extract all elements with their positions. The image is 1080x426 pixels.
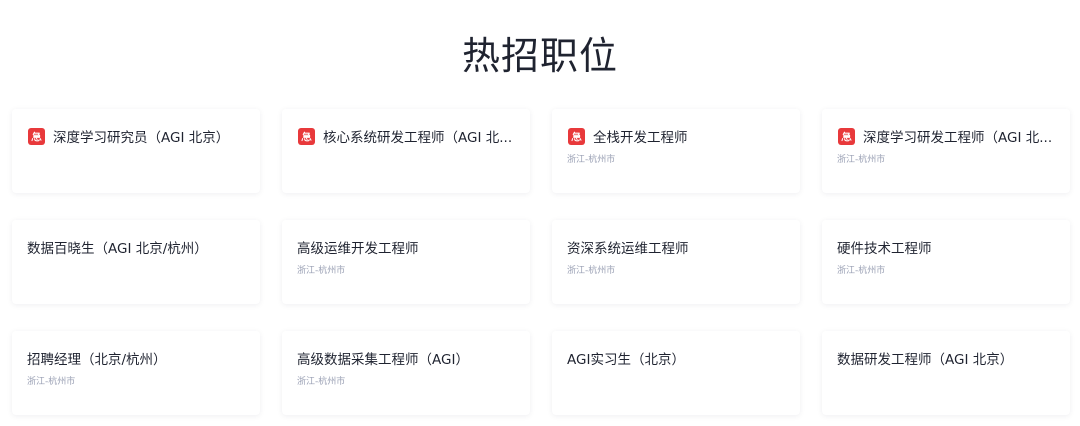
job-card-title-row: 资深系统运维工程师 [567,236,786,258]
job-title: 核心系统研发工程师（AGI 北... [323,130,513,146]
job-card[interactable]: 数据百晓生（AGI 北京/杭州） [12,220,260,304]
job-location: 浙江-杭州市 [27,377,76,387]
job-location: 浙江-杭州市 [297,377,346,387]
job-card-title-row: 全栈开发工程师 [567,125,786,147]
job-title: 高级数据采集工程师（AGI） [297,352,469,368]
job-location: 浙江-杭州市 [297,266,346,276]
job-card[interactable]: 招聘经理（北京/杭州） 浙江-杭州市 [12,331,260,415]
job-title: 高级运维开发工程师 [297,241,419,257]
job-card[interactable]: 高级数据采集工程师（AGI） 浙江-杭州市 [282,331,530,415]
job-card-title-row: 硬件技术工程师 [837,236,1056,258]
job-title: 招聘经理（北京/杭州） [27,352,167,368]
job-location: 浙江-杭州市 [837,155,886,165]
job-title: 深度学习研发工程师（AGI 北... [863,130,1053,146]
job-card-title-row: 数据百晓生（AGI 北京/杭州） [27,236,246,258]
job-card[interactable]: 全栈开发工程师 浙江-杭州市 [552,109,800,193]
job-card-title-row: 数据研发工程师（AGI 北京） [837,347,1056,369]
job-title: 资深系统运维工程师 [567,241,689,257]
job-card[interactable]: 硬件技术工程师 浙江-杭州市 [822,220,1070,304]
job-card-title-row: 深度学习研发工程师（AGI 北... [837,125,1056,147]
job-location: 浙江-杭州市 [567,266,616,276]
job-location: 浙江-杭州市 [567,155,616,165]
job-title: 硬件技术工程师 [837,241,932,257]
job-card[interactable]: 核心系统研发工程师（AGI 北... [282,109,530,193]
job-card-title-row: 核心系统研发工程师（AGI 北... [297,125,516,147]
job-card-title-row: 招聘经理（北京/杭州） [27,347,246,369]
job-card[interactable]: 深度学习研发工程师（AGI 北... 浙江-杭州市 [822,109,1070,193]
job-card[interactable]: 高级运维开发工程师 浙江-杭州市 [282,220,530,304]
urgent-icon [28,127,45,145]
job-title: 全栈开发工程师 [593,130,688,146]
job-location: 浙江-杭州市 [837,266,886,276]
job-card-title-row: AGI实习生（北京） [567,347,786,369]
job-card[interactable]: 深度学习研究员（AGI 北京） [12,109,260,193]
job-title: AGI实习生（北京） [567,352,685,368]
job-card-title-row: 高级数据采集工程师（AGI） [297,347,516,369]
job-card[interactable]: 资深系统运维工程师 浙江-杭州市 [552,220,800,304]
job-title: 数据百晓生（AGI 北京/杭州） [27,241,208,257]
page-title: 热招职位 [461,34,618,79]
job-card[interactable]: AGI实习生（北京） [552,331,800,415]
job-card-title-row: 深度学习研究员（AGI 北京） [27,125,246,147]
urgent-icon [838,127,855,145]
job-title: 数据研发工程师（AGI 北京） [837,352,1014,368]
job-card-grid: 深度学习研究员（AGI 北京） 核心系统研发工程师（AGI 北... 全栈开发工… [12,109,1072,415]
job-card-title-row: 高级运维开发工程师 [297,236,516,258]
urgent-icon [298,127,315,145]
urgent-icon [568,127,585,145]
job-card[interactable]: 数据研发工程师（AGI 北京） [822,331,1070,415]
job-title: 深度学习研究员（AGI 北京） [53,130,230,146]
